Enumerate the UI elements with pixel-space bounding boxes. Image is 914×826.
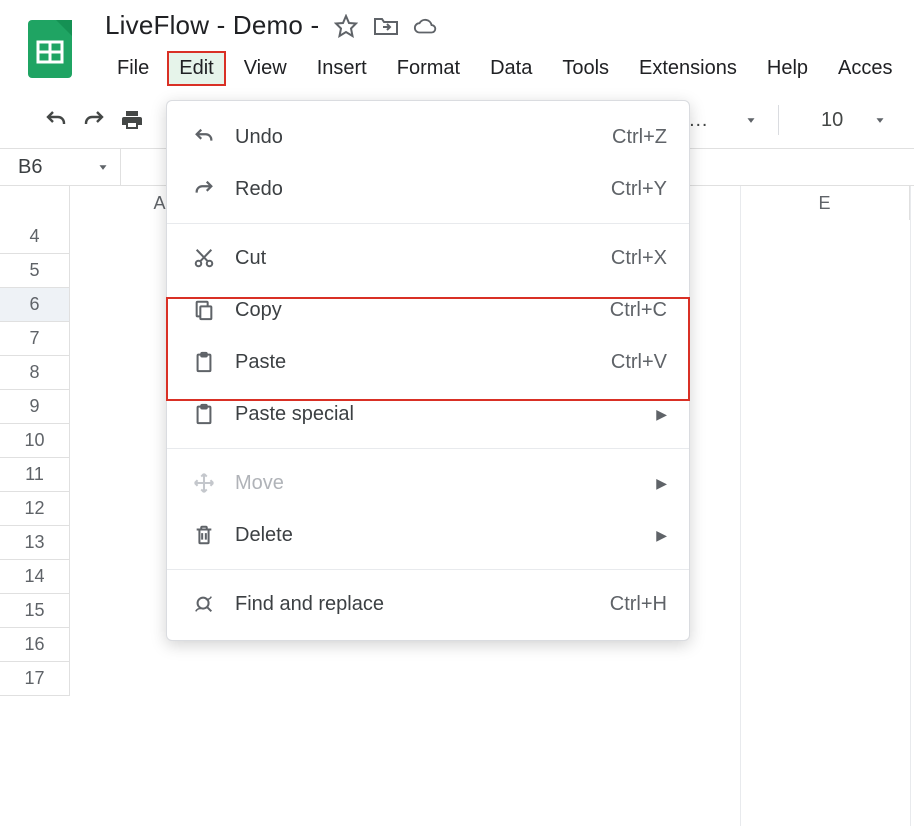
row-header-16[interactable]: 16 <box>0 628 70 662</box>
doc-title[interactable]: LiveFlow - Demo - <box>105 10 319 41</box>
row-header-17[interactable]: 17 <box>0 662 70 696</box>
row-header-6[interactable]: 6 <box>0 288 70 322</box>
menu-item-move: Move ▶ <box>167 457 689 509</box>
menu-item-copy[interactable]: Copy Ctrl+C <box>167 284 689 336</box>
paste-special-icon <box>189 399 219 429</box>
menu-format[interactable]: Format <box>385 51 472 86</box>
menu-item-redo[interactable]: Redo Ctrl+Y <box>167 163 689 215</box>
menu-item-delete[interactable]: Delete ▶ <box>167 509 689 561</box>
copy-icon <box>189 295 219 325</box>
name-box-value: B6 <box>18 156 42 179</box>
menu-item-label: Move <box>235 472 284 495</box>
menu-data[interactable]: Data <box>478 51 544 86</box>
menu-help[interactable]: Help <box>755 51 820 86</box>
header: LiveFlow - Demo - File Edit View Insert … <box>0 0 914 86</box>
menu-item-find-replace[interactable]: Find and replace Ctrl+H <box>167 578 689 630</box>
menu-item-shortcut: Ctrl+H <box>610 593 667 616</box>
cloud-status-icon[interactable] <box>413 13 439 39</box>
star-icon[interactable] <box>333 13 359 39</box>
gridline <box>910 186 911 826</box>
divider <box>120 149 121 185</box>
row-header-11[interactable]: 11 <box>0 458 70 492</box>
submenu-indicator-icon: ▶ <box>656 527 667 544</box>
cut-icon <box>189 243 219 273</box>
undo-icon[interactable] <box>42 106 70 134</box>
delete-icon <box>189 520 219 550</box>
menu-item-label: Paste special <box>235 403 354 426</box>
menu-separator <box>167 223 689 224</box>
find-replace-icon <box>189 589 219 619</box>
chevron-down-icon <box>744 113 758 127</box>
name-box[interactable]: B6 <box>0 156 120 179</box>
row-header-8[interactable]: 8 <box>0 356 70 390</box>
menu-extensions[interactable]: Extensions <box>627 51 749 86</box>
row-header-10[interactable]: 10 <box>0 424 70 458</box>
select-all-corner[interactable] <box>0 186 70 220</box>
menu-item-label: Redo <box>235 178 283 201</box>
menu-item-shortcut: Ctrl+X <box>611 247 667 270</box>
row-header-13[interactable]: 13 <box>0 526 70 560</box>
edit-menu-dropdown: Undo Ctrl+Z Redo Ctrl+Y Cut Ctrl+X Copy … <box>166 100 690 641</box>
row-header-12[interactable]: 12 <box>0 492 70 526</box>
move-icon <box>189 468 219 498</box>
row-headers: 4567891011121314151617 <box>0 220 70 696</box>
menu-item-shortcut: Ctrl+Y <box>611 178 667 201</box>
paste-icon <box>189 347 219 377</box>
menubar: File Edit View Insert Format Data Tools … <box>105 51 904 86</box>
menu-view[interactable]: View <box>232 51 299 86</box>
menu-item-paste-special[interactable]: Paste special ▶ <box>167 388 689 440</box>
menu-tools[interactable]: Tools <box>550 51 621 86</box>
print-icon[interactable] <box>118 106 146 134</box>
row-header-15[interactable]: 15 <box>0 594 70 628</box>
menu-file[interactable]: File <box>105 51 161 86</box>
row-header-14[interactable]: 14 <box>0 560 70 594</box>
menu-accessibility[interactable]: Acces <box>826 51 904 86</box>
font-size-value: 10 <box>821 109 843 132</box>
menu-item-label: Find and replace <box>235 593 384 616</box>
row-header-9[interactable]: 9 <box>0 390 70 424</box>
chevron-down-icon <box>96 160 110 174</box>
undo-icon <box>189 122 219 152</box>
toolbar-divider <box>778 105 779 135</box>
menu-separator <box>167 569 689 570</box>
menu-item-label: Delete <box>235 524 293 547</box>
menu-insert[interactable]: Insert <box>305 51 379 86</box>
menu-item-shortcut: Ctrl+Z <box>612 126 667 149</box>
menu-item-label: Cut <box>235 247 266 270</box>
menu-item-label: Undo <box>235 126 283 149</box>
menu-item-label: Paste <box>235 351 286 374</box>
menu-separator <box>167 448 689 449</box>
menu-item-undo[interactable]: Undo Ctrl+Z <box>167 111 689 163</box>
font-size-dropdown[interactable]: 10 <box>821 109 887 132</box>
row-header-4[interactable]: 4 <box>0 220 70 254</box>
submenu-indicator-icon: ▶ <box>656 475 667 492</box>
redo-icon <box>189 174 219 204</box>
row-header-5[interactable]: 5 <box>0 254 70 288</box>
move-folder-icon[interactable] <box>373 13 399 39</box>
menu-item-cut[interactable]: Cut Ctrl+X <box>167 232 689 284</box>
menu-item-label: Copy <box>235 299 282 322</box>
gridline <box>740 186 741 826</box>
redo-icon[interactable] <box>80 106 108 134</box>
menu-item-shortcut: Ctrl+C <box>610 299 667 322</box>
menu-edit[interactable]: Edit <box>167 51 225 86</box>
column-header-E[interactable]: E <box>740 186 910 220</box>
sheets-logo[interactable] <box>25 18 75 80</box>
submenu-indicator-icon: ▶ <box>656 406 667 423</box>
menu-item-shortcut: Ctrl+V <box>611 351 667 374</box>
row-header-7[interactable]: 7 <box>0 322 70 356</box>
menu-item-paste[interactable]: Paste Ctrl+V <box>167 336 689 388</box>
chevron-down-icon <box>873 113 887 127</box>
